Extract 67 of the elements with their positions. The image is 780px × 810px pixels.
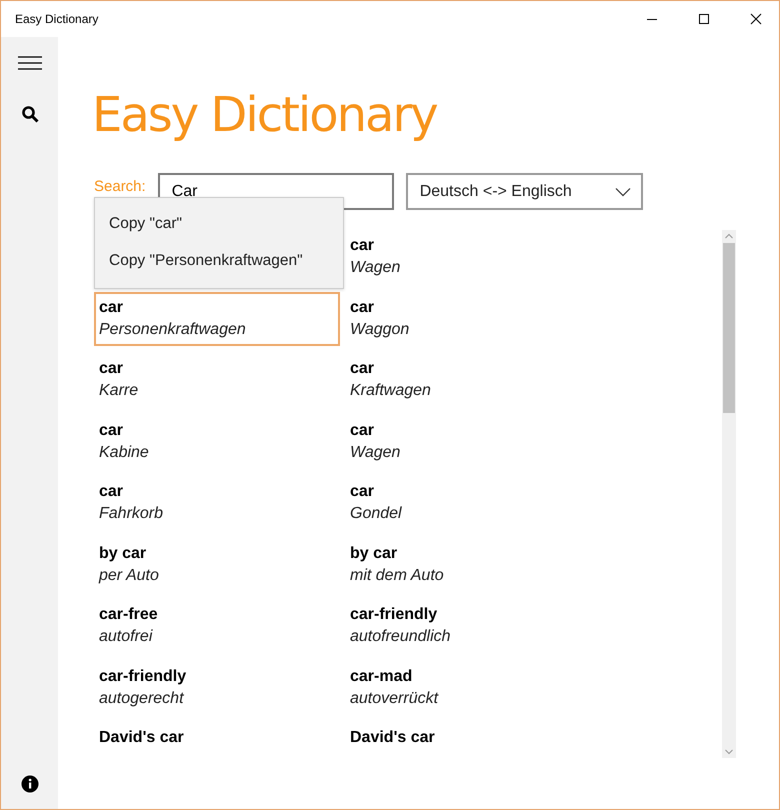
result-entry[interactable]: David's car [345, 722, 591, 758]
close-icon [750, 13, 762, 25]
term-text: car [350, 236, 376, 256]
result-entry[interactable]: David's car [94, 722, 340, 758]
term-text: by car [350, 544, 398, 564]
result-entry[interactable]: car Kraftwagen [345, 353, 591, 407]
result-entry[interactable]: by car mit dem Auto [345, 538, 591, 592]
term-text: car [350, 298, 376, 318]
term-text: car [350, 482, 376, 502]
translation-text: mit dem Auto [350, 566, 445, 586]
translation-text: Fahrkorb [99, 504, 164, 524]
menu-button[interactable] [18, 55, 42, 71]
translation-text: autofrei [99, 627, 154, 647]
term-text: car-friendly [350, 605, 438, 625]
term-text: David's car [350, 728, 436, 748]
search-label: Search: [94, 179, 146, 195]
term-text: car [99, 359, 124, 379]
result-entry[interactable]: car Personenkraftwagen [94, 292, 340, 346]
result-entry[interactable]: car-free autofrei [94, 599, 340, 653]
term-text: by car [99, 544, 148, 564]
translation-text: per Auto [99, 566, 160, 586]
term-text: car [99, 482, 124, 502]
translation-text: Waggon [350, 320, 410, 340]
result-entry[interactable]: by car per Auto [94, 538, 340, 592]
result-entry[interactable]: car-friendly autogerecht [94, 660, 340, 714]
translation-text: Wagen [350, 442, 402, 462]
result-entry[interactable]: car Waggon [345, 292, 591, 346]
app-title: Easy Dictionary [92, 86, 438, 145]
term-text: car-mad [350, 666, 414, 686]
term-text: car [99, 298, 124, 318]
translation-text: Kraftwagen [350, 381, 432, 401]
scroll-up-icon [725, 233, 733, 239]
translation-text: autogerecht [99, 688, 186, 708]
scrollbar-thumb[interactable] [723, 243, 735, 413]
translation-text: Personenkraftwagen [99, 320, 247, 340]
translation-text: Wagen [350, 258, 402, 278]
search-button[interactable] [20, 105, 38, 123]
translation-text: autoverrückt [350, 688, 440, 708]
scroll-down-icon [725, 749, 733, 755]
window-title: Easy Dictionary [15, 12, 100, 26]
term-text: car-free [99, 605, 159, 625]
result-entry[interactable]: car Wagen [345, 414, 591, 468]
translation-text: autofreundlich [350, 627, 452, 647]
result-entry[interactable]: car Kabine [94, 414, 340, 468]
maximize-icon [698, 13, 710, 25]
menu-item[interactable]: Copy "Personenkraftwagen" [95, 243, 343, 280]
search-icon [20, 105, 38, 123]
result-entry[interactable]: car Gondel [345, 476, 591, 530]
translation-text: Karre [99, 381, 140, 401]
term-text: car-friendly [99, 666, 188, 686]
translation-text: Kabine [99, 442, 150, 462]
result-entry[interactable]: car Fahrkorb [94, 476, 340, 530]
result-entry[interactable]: car-mad autoverrückt [345, 660, 591, 714]
term-text: car [350, 359, 376, 379]
chevron-down-icon [614, 186, 631, 196]
info-button[interactable] [20, 775, 38, 793]
info-icon [20, 775, 38, 793]
menu-icon [18, 55, 42, 71]
language-dropdown[interactable]: Deutsch <-> Englisch [406, 173, 643, 210]
translation-text: Gondel [350, 504, 403, 524]
result-entry[interactable]: car Karre [94, 353, 340, 407]
result-entry[interactable]: car Wagen [345, 230, 591, 284]
term-text: David's car [99, 728, 185, 748]
term-text: car [99, 420, 124, 440]
result-entry[interactable]: car-friendly autofreundlich [345, 599, 591, 653]
term-text: car [350, 420, 376, 440]
scrollbar[interactable] [722, 230, 736, 758]
